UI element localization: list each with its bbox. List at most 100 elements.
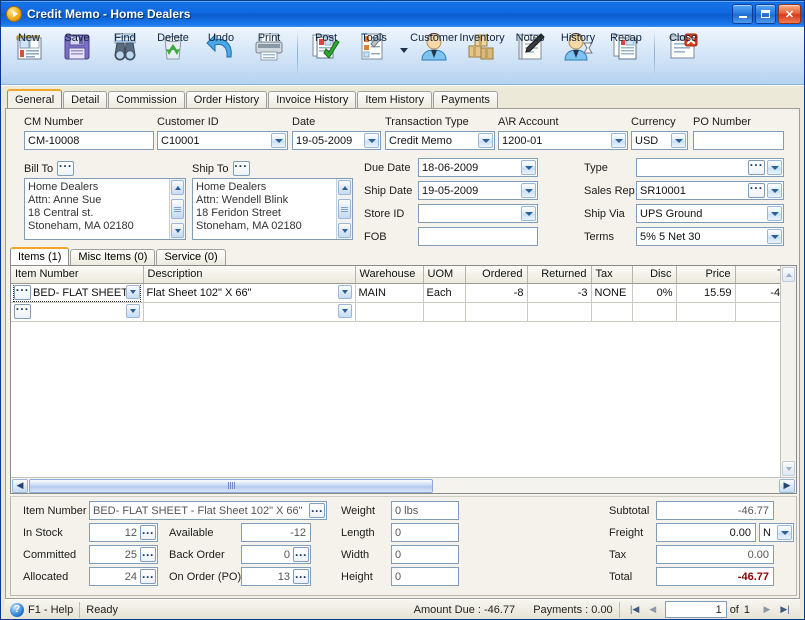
sales-rep-lookup-button[interactable] [748, 183, 765, 198]
toolbar-history[interactable]: History [554, 29, 602, 83]
table-row[interactable] [11, 302, 796, 322]
cell-tax[interactable] [591, 302, 633, 322]
item-number-lookup-button-empty[interactable] [14, 304, 31, 319]
toolbar-save[interactable]: Save [53, 29, 101, 83]
tab-item-history[interactable]: Item History [357, 91, 433, 108]
cell-warehouse[interactable] [355, 302, 424, 322]
col-uom[interactable]: UOM [423, 266, 466, 284]
toolbar-undo[interactable]: Undo [197, 29, 245, 83]
transaction-type-combo[interactable]: Credit Memo [385, 131, 495, 150]
ar-account-dropdown-icon[interactable] [611, 133, 626, 148]
cell-description[interactable]: Flat Sheet 102" X 66" [143, 283, 356, 303]
status-help-text[interactable]: F1 - Help [28, 604, 73, 616]
detail-on-order-field[interactable]: 13 ··· [241, 567, 311, 586]
description-cell-editor-empty[interactable] [147, 303, 352, 320]
description-dropdown-icon-empty[interactable] [337, 304, 352, 318]
ship-to-scroll-up-icon[interactable] [338, 180, 351, 195]
detail-freight-flag-dropdown-icon[interactable] [777, 525, 792, 540]
customer-id-combo[interactable]: C10001 [157, 131, 288, 150]
tab-general[interactable]: General [7, 89, 63, 108]
cell-ordered[interactable] [465, 302, 528, 322]
item-number-cell-editor[interactable]: BED- FLAT SHEET [13, 283, 141, 301]
grid-scroll-up-icon[interactable] [782, 267, 795, 282]
tab-invoice-history[interactable]: Invoice History [268, 91, 357, 108]
tab-payments[interactable]: Payments [433, 91, 498, 108]
cell-warehouse[interactable]: MAIN [355, 283, 424, 303]
toolbar-recap[interactable]: Recap [602, 29, 650, 83]
transaction-type-dropdown-icon[interactable] [478, 133, 493, 148]
col-returned[interactable]: Returned [527, 266, 592, 284]
cell-uom[interactable]: Each [423, 283, 466, 303]
toolbar-delete[interactable]: Delete [149, 29, 197, 83]
cell-disc[interactable]: 0% [632, 283, 677, 303]
detail-back-order-field[interactable]: 0 ··· [241, 545, 311, 564]
cell-uom[interactable] [423, 302, 466, 322]
type-lookup-button[interactable] [748, 160, 765, 175]
detail-weight-field[interactable]: 0 lbs [391, 501, 459, 520]
item-number-dropdown-icon[interactable] [125, 285, 140, 299]
customer-id-dropdown-icon[interactable] [271, 133, 286, 148]
detail-on-order-lookup-button[interactable]: ··· [293, 569, 309, 584]
tools-dropdown-arrow-icon[interactable] [398, 29, 410, 83]
detail-in-stock-field[interactable]: 12 ··· [89, 523, 158, 542]
cell-price[interactable] [676, 302, 736, 322]
terms-combo[interactable]: 5% 5 Net 30 [636, 227, 784, 246]
col-ordered[interactable]: Ordered [465, 266, 528, 284]
toolbar-print[interactable]: Print [245, 29, 293, 83]
grid-tab-items[interactable]: Items (1) [10, 247, 70, 265]
ar-account-combo[interactable]: 1200-01 [498, 131, 628, 150]
help-icon[interactable]: ? [10, 602, 24, 617]
bill-to-scrollbar[interactable] [169, 179, 185, 239]
currency-dropdown-icon[interactable] [671, 133, 686, 148]
detail-freight-flag-combo[interactable]: N [759, 523, 794, 542]
date-dropdown-icon[interactable] [364, 133, 379, 148]
nav-next-icon[interactable]: ▶ [759, 602, 775, 618]
nav-last-icon[interactable]: ▶| [777, 602, 793, 618]
ship-to-scrollbar[interactable] [336, 179, 352, 239]
cell-item-number[interactable]: BED- FLAT SHEET [11, 283, 144, 303]
ship-to-scroll-thumb[interactable] [338, 199, 351, 219]
detail-back-order-lookup-button[interactable]: ··· [293, 547, 309, 562]
description-dropdown-icon[interactable] [337, 285, 352, 299]
cm-number-input[interactable]: CM-10008 [24, 131, 154, 150]
cell-item-number[interactable] [11, 302, 144, 322]
cell-returned[interactable] [527, 302, 592, 322]
sales-rep-dropdown-icon[interactable] [767, 183, 782, 198]
po-number-input[interactable] [693, 131, 784, 150]
ship-to-address-box[interactable]: Home Dealers Attn: Wendell Blink 18 Feri… [192, 178, 353, 240]
minimize-button[interactable] [732, 4, 753, 24]
type-combo[interactable] [636, 158, 784, 177]
bill-to-scroll-thumb[interactable] [171, 199, 184, 219]
sales-rep-combo[interactable]: SR10001 [636, 181, 784, 200]
grid-tab-misc-items[interactable]: Misc Items (0) [70, 249, 156, 265]
cell-price[interactable]: 15.59 [676, 283, 736, 303]
grid-scroll-right-icon[interactable]: ▶ [779, 478, 795, 493]
detail-committed-field[interactable]: 25 ··· [89, 545, 158, 564]
detail-height-field[interactable]: 0 [391, 567, 459, 586]
description-cell-editor[interactable]: Flat Sheet 102" X 66" [147, 284, 352, 301]
ship-date-combo[interactable]: 19-05-2009 [418, 181, 538, 200]
ship-date-dropdown-icon[interactable] [521, 183, 536, 198]
grid-vertical-scrollbar[interactable] [780, 266, 796, 477]
bill-to-address-box[interactable]: Home Dealers Attn: Anne Sue 18 Central s… [24, 178, 186, 240]
toolbar-notes[interactable]: Notes [506, 29, 554, 83]
col-disc[interactable]: Disc [632, 266, 677, 284]
item-number-dropdown-icon-empty[interactable] [125, 304, 140, 318]
detail-length-field[interactable]: 0 [391, 523, 459, 542]
detail-freight-field[interactable]: 0.00 [656, 523, 756, 542]
store-id-dropdown-icon[interactable] [521, 206, 536, 221]
maximize-button[interactable] [755, 4, 776, 24]
detail-in-stock-lookup-button[interactable]: ··· [140, 525, 156, 540]
nav-first-icon[interactable]: |◀ [627, 602, 643, 618]
col-description[interactable]: Description [143, 266, 356, 284]
col-item-number[interactable]: Item Number [11, 266, 144, 284]
detail-committed-lookup-button[interactable]: ··· [140, 547, 156, 562]
toolbar-tools[interactable]: Tools [350, 29, 398, 83]
store-id-combo[interactable] [418, 204, 538, 223]
ship-to-lookup-button[interactable] [232, 161, 250, 176]
cell-description[interactable] [143, 302, 356, 322]
ship-via-dropdown-icon[interactable] [767, 206, 782, 221]
toolbar-new[interactable]: New [5, 29, 53, 83]
toolbar-find[interactable]: Find [101, 29, 149, 83]
table-row[interactable]: BED- FLAT SHEET Flat Sheet 102" X 66" [11, 283, 796, 303]
